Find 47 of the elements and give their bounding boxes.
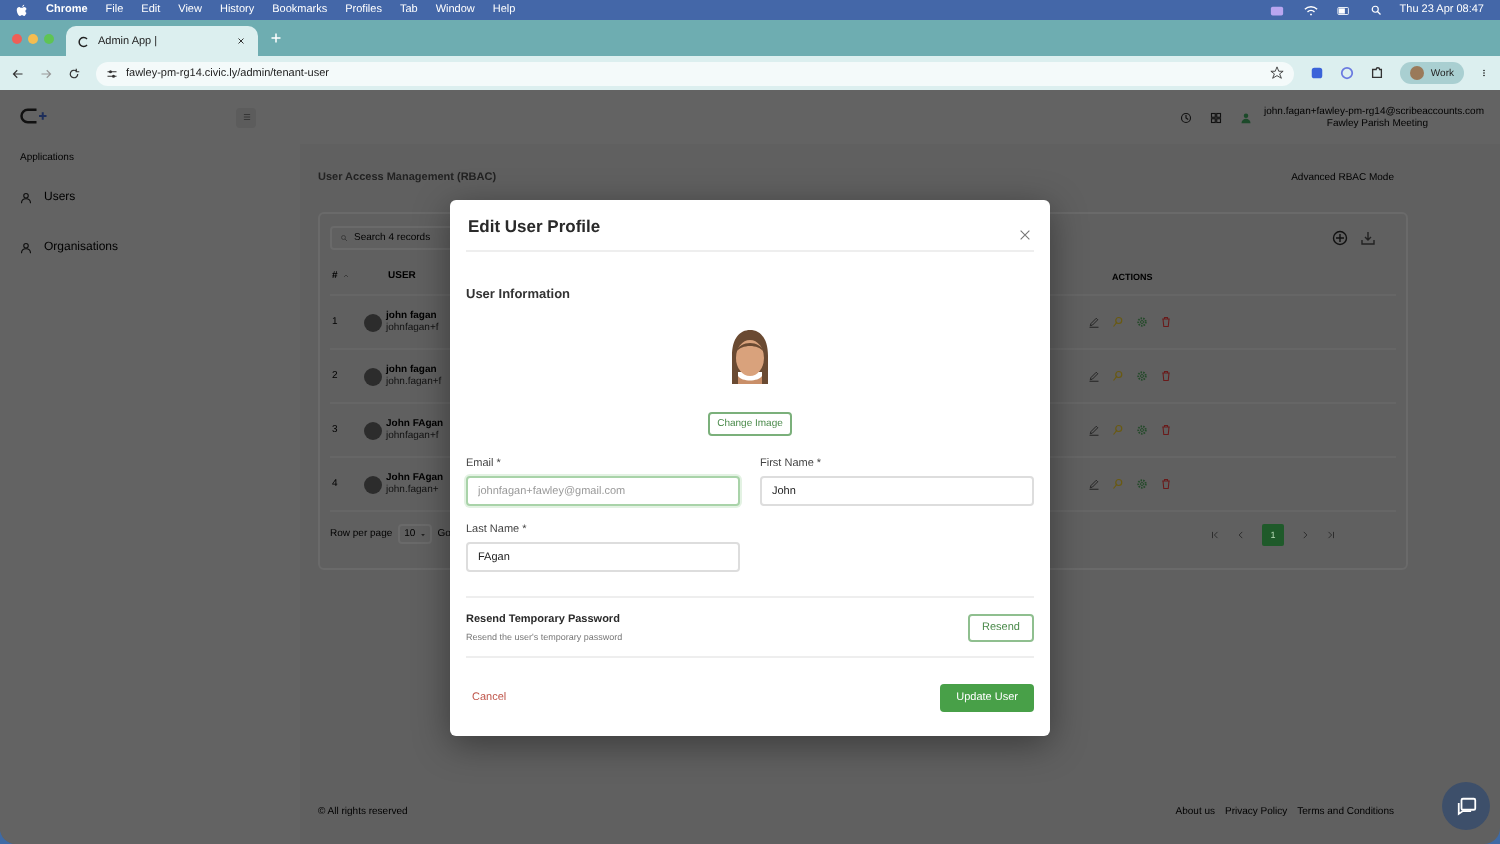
- last-page-icon[interactable]: [1326, 529, 1336, 539]
- pencil-icon[interactable]: [1088, 316, 1100, 328]
- clock-icon[interactable]: [1180, 111, 1192, 123]
- chat-icon[interactable]: [1455, 795, 1477, 817]
- trash-icon[interactable]: [1160, 424, 1172, 436]
- dialog-title: Edit User Profile: [468, 215, 601, 235]
- chat-button[interactable]: [1442, 782, 1490, 830]
- pencil-icon[interactable]: [1088, 370, 1100, 382]
- plus-icon[interactable]: [270, 32, 282, 44]
- trash-icon[interactable]: [1160, 370, 1172, 382]
- site-logo-icon[interactable]: [78, 35, 90, 47]
- close-icon[interactable]: [236, 36, 246, 46]
- wifi-icon[interactable]: [1303, 3, 1318, 17]
- previous-page-icon[interactable]: [1236, 529, 1246, 539]
- gear-icon[interactable]: [1136, 478, 1148, 490]
- menu-toggle[interactable]: [236, 107, 256, 127]
- battery-icon[interactable]: [1335, 3, 1352, 17]
- add-icon[interactable]: [1332, 230, 1348, 246]
- site-info-icon[interactable]: [106, 67, 118, 79]
- logo-icon[interactable]: [16, 105, 52, 125]
- screen-icon[interactable]: [1267, 3, 1286, 17]
- avatar-placeholder: [364, 313, 382, 331]
- pencil-icon[interactable]: [1088, 424, 1100, 436]
- reload-icon[interactable]: [68, 67, 80, 79]
- avatar-placeholder: [364, 475, 382, 493]
- forward-icon[interactable]: [40, 67, 52, 79]
- menu-icon[interactable]: [241, 112, 251, 122]
- gear-icon[interactable]: [1136, 424, 1148, 436]
- grid-icon[interactable]: [1210, 111, 1222, 123]
- avatar-placeholder: [364, 367, 382, 385]
- trash-icon[interactable]: [1160, 478, 1172, 490]
- puzzle-icon[interactable]: [1370, 66, 1385, 80]
- apple-icon[interactable]: [16, 4, 28, 16]
- person-icon[interactable]: [20, 242, 32, 254]
- avatar-placeholder: [364, 421, 382, 439]
- gear-icon[interactable]: [1136, 316, 1148, 328]
- gear-icon[interactable]: [1136, 370, 1148, 382]
- download-icon[interactable]: [1360, 230, 1376, 246]
- first-page-icon[interactable]: [1210, 529, 1220, 539]
- pencil-icon[interactable]: [1088, 478, 1100, 490]
- person-icon[interactable]: [20, 192, 32, 204]
- next-page-icon[interactable]: [1300, 529, 1310, 539]
- back-icon[interactable]: [12, 67, 24, 79]
- new-tab-button[interactable]: [270, 28, 282, 48]
- person-icon[interactable]: [1240, 111, 1252, 123]
- trash-icon[interactable]: [1160, 316, 1172, 328]
- star-icon[interactable]: [1270, 66, 1285, 80]
